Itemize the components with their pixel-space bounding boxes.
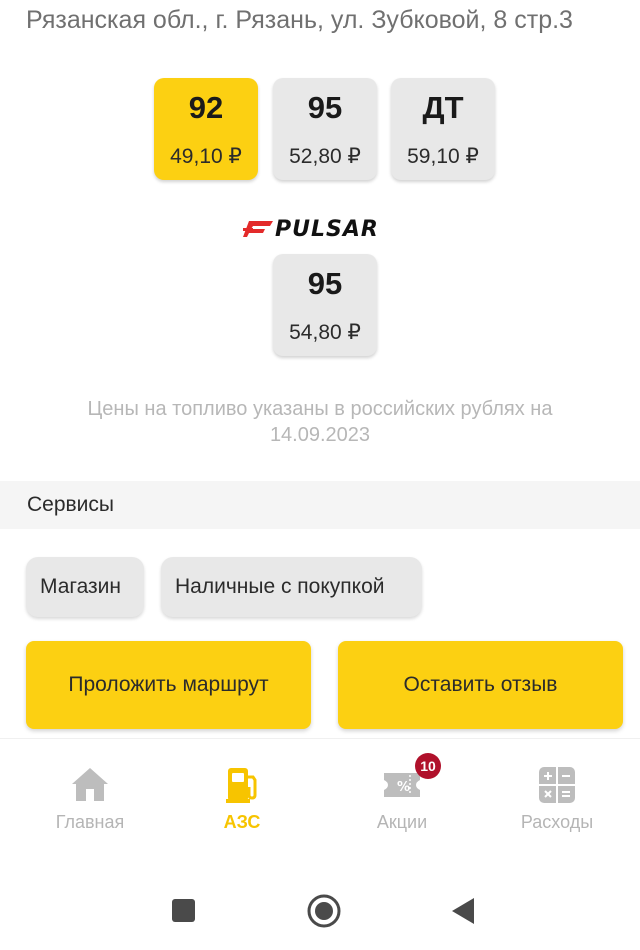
tab-label: АЗС — [223, 812, 261, 832]
pulsar-mark-icon — [243, 221, 273, 239]
promotions-count-badge: 10 — [415, 753, 441, 779]
recents-icon[interactable] — [172, 899, 195, 922]
tab-label: Расходы — [520, 812, 594, 832]
calculator-icon — [537, 765, 577, 805]
home-icon — [70, 765, 110, 805]
svg-text:%: % — [397, 780, 410, 795]
tab-promotions[interactable]: % Акции — [322, 739, 482, 847]
fuel-pump-icon — [222, 765, 262, 805]
bottom-tabbar: Главная АЗС % Акции 10 Расходы — [0, 738, 640, 846]
route-button[interactable]: Проложить маршрут — [26, 641, 311, 729]
pulsar-brand-name: PULSAR — [275, 217, 379, 242]
tab-label: Акции — [376, 812, 428, 832]
fuel-price: 49,10 ₽ — [170, 145, 242, 168]
back-icon[interactable] — [452, 898, 474, 924]
fuel-grade: 92 — [188, 90, 224, 125]
home-button-icon[interactable] — [307, 894, 341, 928]
fuel-card-95[interactable]: 95 52,80 ₽ — [273, 78, 377, 180]
tab-label: Главная — [55, 812, 125, 832]
fuel-price: 52,80 ₽ — [289, 145, 361, 168]
fuel-grade: 95 — [307, 266, 343, 301]
tab-stations[interactable]: АЗС — [162, 739, 322, 847]
service-chip-shop[interactable]: Магазин — [26, 557, 144, 617]
fuel-price: 59,10 ₽ — [407, 145, 479, 168]
station-address: Рязанская обл., г. Рязань, ул. Зубковой,… — [26, 6, 573, 34]
fuel-card-dt[interactable]: ДТ 59,10 ₽ — [391, 78, 495, 180]
review-button[interactable]: Оставить отзыв — [338, 641, 623, 729]
fuel-price: 54,80 ₽ — [289, 321, 361, 344]
price-note: Цены на топливо указаны в российских руб… — [87, 398, 553, 446]
tab-expenses[interactable]: Расходы — [477, 739, 637, 847]
pulsar-logo: PULSAR — [243, 217, 379, 242]
tab-home[interactable]: Главная — [10, 739, 170, 847]
service-chip-cash[interactable]: Наличные с покупкой — [161, 557, 422, 617]
fuel-grade: ДТ — [422, 90, 464, 125]
system-navigation-bar — [0, 870, 640, 950]
fuel-card-92[interactable]: 92 49,10 ₽ — [154, 78, 258, 180]
fuel-grade: 95 — [307, 90, 343, 125]
fuel-card-pulsar-95[interactable]: 95 54,80 ₽ — [273, 254, 377, 356]
services-header: Сервисы — [0, 481, 640, 529]
